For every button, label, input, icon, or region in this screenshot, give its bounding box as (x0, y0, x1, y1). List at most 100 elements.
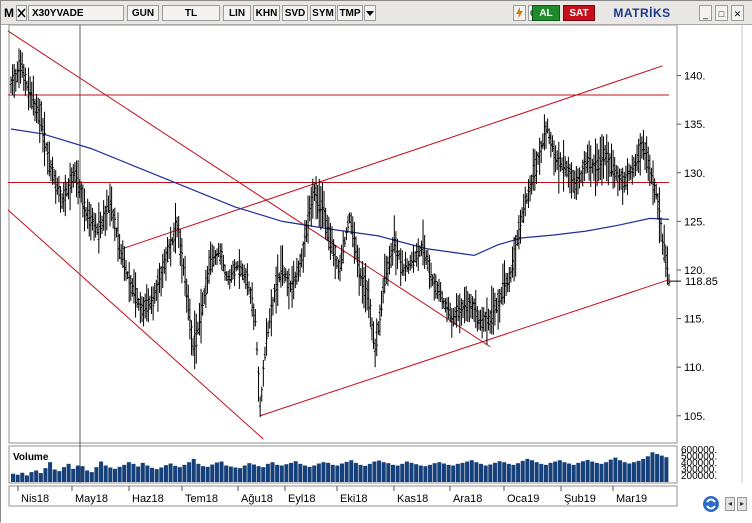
volume-bar (57, 471, 62, 482)
volume-bar (636, 460, 641, 482)
price-chart[interactable]: 105.110.115.120.125.130.135.140. 600000.… (1, 25, 752, 523)
volume-bar (284, 464, 289, 482)
volume-bar (335, 465, 340, 482)
volume-bar (529, 460, 535, 482)
menu-button[interactable]: M (3, 5, 15, 21)
volume-bar (38, 473, 43, 482)
khn-button[interactable]: KHN (253, 5, 280, 21)
volume-bar (511, 464, 516, 482)
volume-bar (585, 459, 590, 482)
x-tick-label: Şub19 (564, 493, 596, 505)
volume-bar (279, 465, 284, 482)
sell-button[interactable]: SAT (563, 5, 595, 21)
volume-bar (11, 473, 16, 482)
y-tick-label: 110. (684, 362, 705, 374)
volume-bar (446, 464, 451, 482)
volume-bar (214, 462, 219, 482)
x-tick-label: Haz18 (132, 493, 164, 505)
volume-bar (428, 464, 433, 482)
volume-bar (488, 464, 493, 482)
volume-bar (655, 453, 660, 482)
volume-bar (270, 462, 275, 482)
volume-bar (599, 463, 604, 482)
volume-bar (145, 465, 150, 482)
volume-bar (89, 472, 94, 482)
volume-bar (196, 463, 201, 482)
volume-bar (571, 464, 576, 482)
volume-bar (293, 461, 298, 482)
close-button[interactable]: ✕ (731, 5, 744, 21)
volume-bar (159, 467, 164, 482)
x-tick-label: Oca19 (507, 493, 539, 505)
minimize-button[interactable]: _ (699, 5, 712, 21)
volume-bar (580, 461, 585, 482)
y-tick-label: 125. (684, 216, 705, 228)
volume-bar (326, 462, 331, 482)
volume-bar (108, 467, 113, 482)
symbol-field[interactable]: X30YVADE (28, 5, 124, 21)
brand-logo: MATRİKS (613, 6, 671, 20)
volume-bar (75, 465, 80, 482)
sync-icon[interactable] (701, 494, 721, 514)
volume-bar (15, 474, 20, 482)
svd-button[interactable]: SVD (282, 5, 308, 21)
volume-bar (483, 465, 488, 482)
volume-bar (228, 466, 233, 482)
maximize-button[interactable]: □ (715, 5, 728, 21)
volume-bar (177, 467, 182, 482)
dropdown-arrow-icon[interactable] (364, 5, 376, 21)
volume-bar (553, 461, 558, 482)
tmp-button[interactable]: TMP (337, 5, 363, 21)
volume-bar (99, 461, 104, 482)
volume-axis-label: 200000. (681, 471, 717, 482)
volume-bar (20, 472, 25, 482)
volume-bar (502, 462, 507, 482)
zoom-out-icon[interactable]: ◂ (725, 497, 735, 511)
volume-bar (61, 467, 67, 482)
y-tick-label: 135. (684, 119, 705, 131)
volume-bar (173, 465, 178, 482)
volume-bar (386, 463, 391, 482)
volume-bar (136, 466, 141, 482)
volume-bar (85, 470, 90, 482)
volume-bar (34, 470, 39, 482)
volume-bar (321, 462, 326, 482)
volume-bar (302, 465, 307, 482)
volume-bar (238, 468, 243, 482)
volume-bar (112, 468, 117, 482)
volume-bar (395, 465, 400, 482)
volume-bar (66, 463, 71, 482)
zoom-in-icon[interactable]: ▸ (737, 497, 747, 511)
lightning-icon[interactable] (513, 5, 526, 21)
zoom-controls: ◂ ▸ (725, 497, 749, 513)
volume-bar (627, 463, 632, 482)
volume-bar (117, 466, 122, 482)
volume-bar (534, 462, 539, 482)
last-value-label: 118.85 (685, 276, 718, 288)
volume-bar (594, 462, 599, 482)
volume-bar (557, 460, 562, 482)
volume-bar (205, 466, 210, 482)
volume-bar (622, 462, 627, 482)
volume-bar (233, 467, 238, 482)
volume-bar (381, 462, 386, 482)
currency-button[interactable]: TL (162, 5, 220, 21)
volume-bar (465, 461, 470, 482)
volume-bar (289, 462, 294, 482)
volume-bar (340, 463, 345, 482)
x-tick-label: Eki18 (340, 493, 368, 505)
buy-button[interactable]: AL (532, 5, 560, 21)
volume-bar (261, 467, 266, 482)
volume-bar (330, 464, 335, 482)
x-tick-label: Ara18 (453, 493, 482, 505)
volume-bar (455, 463, 460, 482)
sym-button[interactable]: SYM (310, 5, 336, 21)
volume-bar (71, 468, 76, 482)
scale-button[interactable]: LIN (223, 5, 251, 21)
volume-bar (24, 475, 29, 482)
volume-bar (103, 465, 108, 482)
period-button[interactable]: GUN (127, 5, 159, 21)
volume-bar (400, 463, 405, 482)
volume-bar (29, 472, 34, 482)
close-symbol-icon[interactable] (16, 5, 27, 21)
